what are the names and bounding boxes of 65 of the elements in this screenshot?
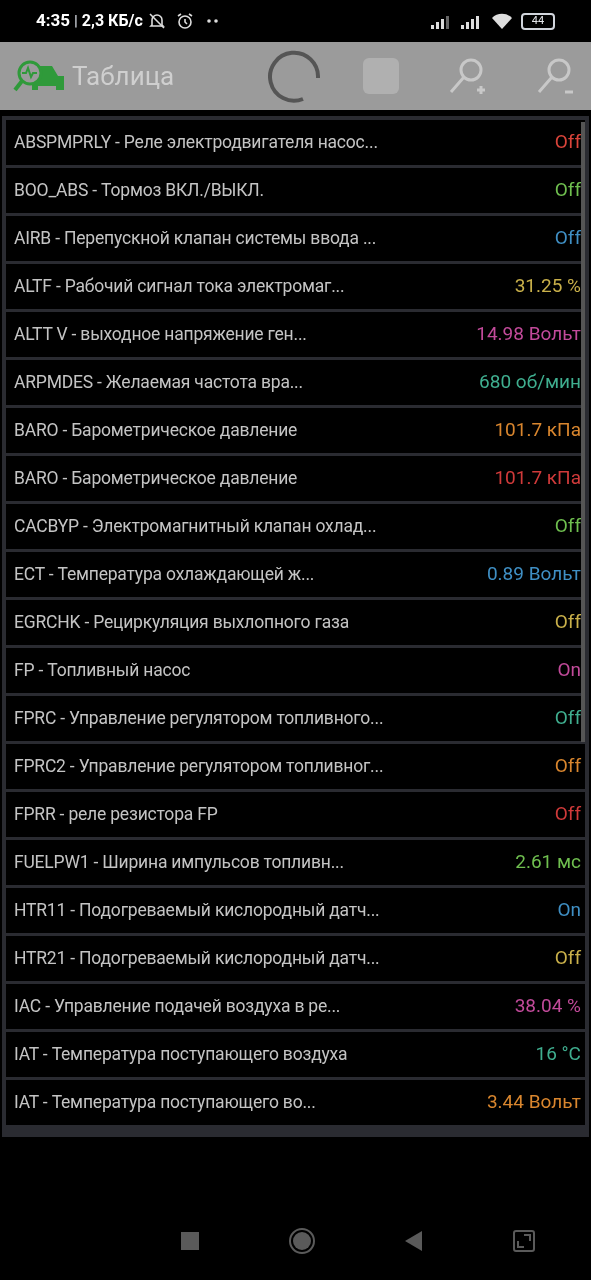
- parameter-name: HTR11 - Подогреваемый кислородный датч...: [14, 899, 380, 923]
- parameter-value: 0.89 Вольт: [486, 561, 581, 588]
- status-time: 4:35: [36, 9, 71, 33]
- parameter-value: On: [557, 657, 581, 684]
- parameter-row[interactable]: HTR11 - Подогреваемый кислородный датч... On: [6, 888, 585, 933]
- parameter-name: HTR21 - Подогреваемый кислородный датч...: [14, 947, 380, 971]
- parameter-value: 680 об/мин: [479, 369, 581, 396]
- parameter-name: BOO_ABS - Тормоз ВКЛ./ВЫКЛ.: [14, 179, 264, 203]
- network-speed: 2,3 КБ/с: [81, 10, 143, 32]
- parameter-value: 2.61 мс: [515, 849, 581, 876]
- parameter-name: FPRR - реле резистора FP: [14, 803, 218, 827]
- parameter-value: 38.04 %: [514, 993, 581, 1020]
- parameter-row[interactable]: IAT - Температура поступающего воздуха 16 °C: [6, 1032, 585, 1077]
- parameter-row[interactable]: IAC - Управление подачей воздуха в ре... 38.04 %: [6, 984, 585, 1029]
- parameter-value: Off: [554, 753, 581, 780]
- parameter-value: Off: [554, 801, 581, 828]
- parameter-value: Off: [554, 705, 581, 732]
- parameter-value: 14.98 Вольт: [476, 321, 581, 348]
- parameter-value: Off: [554, 609, 581, 636]
- home-button[interactable]: [289, 1228, 315, 1254]
- parameter-name: BARO - Барометрическое давление: [14, 467, 298, 491]
- parameter-value: Off: [554, 945, 581, 972]
- dots-icon: [206, 18, 219, 24]
- parameter-value: On: [557, 897, 581, 924]
- muted-bell-icon: [146, 11, 167, 31]
- parameter-row[interactable]: FUELPW1 - Ширина импульсов топливн... 2.61 мс: [6, 840, 585, 885]
- status-separator: |: [74, 10, 78, 32]
- parameter-value: 31.25 %: [514, 273, 581, 300]
- parameter-name: FPRC2 - Управление регулятором топливног...: [14, 755, 384, 779]
- parameter-row[interactable]: FPRR - реле резистора FP Off: [6, 792, 585, 837]
- parameter-name: ABSPMPRLY - Реле электродвигателя насос...: [14, 131, 378, 155]
- parameter-row[interactable]: IAT - Температура поступающего во... 3.44 Вольт: [6, 1080, 585, 1125]
- fullscreen-icon[interactable]: [513, 1230, 535, 1252]
- zoom-in-icon[interactable]: [447, 56, 487, 96]
- parameter-name: CACBYP - Электромагнитный клапан охлад...: [14, 515, 377, 539]
- parameter-row[interactable]: HTR21 - Подогреваемый кислородный датч... Off: [6, 936, 585, 981]
- parameter-name: ARPMDES - Желаемая частота вра...: [14, 371, 303, 395]
- parameter-value: 101.7 кПа: [494, 417, 581, 444]
- parameter-value: 3.44 Вольт: [486, 1089, 581, 1116]
- parameter-name: IAT - Температура поступающего во...: [14, 1091, 316, 1115]
- parameter-value: Off: [554, 177, 581, 204]
- parameter-name: FP - Топливный насос: [14, 659, 191, 683]
- parameter-name: FUELPW1 - Ширина импульсов топливн...: [14, 851, 344, 875]
- zoom-out-icon[interactable]: [535, 56, 575, 96]
- parameter-name: ECT - Температура охлаждающей ж...: [14, 563, 315, 587]
- parameter-name: ALTT V - выходное напряжение ген...: [14, 323, 307, 347]
- parameter-name: FPRC - Управление регулятором топливного...: [14, 707, 384, 731]
- parameter-value: Off: [554, 129, 581, 156]
- wifi-icon: [491, 12, 513, 30]
- parameter-name: IAT - Температура поступающего воздуха: [14, 1043, 348, 1067]
- battery-icon: 44: [521, 12, 555, 30]
- parameter-value: Off: [554, 225, 581, 252]
- loading-spinner: [267, 48, 323, 104]
- parameter-name: IAC - Управление подачей воздуха в ре...: [14, 995, 341, 1019]
- recents-button[interactable]: [181, 1232, 199, 1250]
- back-icon[interactable]: [405, 1231, 423, 1251]
- parameter-value: 16 °C: [535, 1041, 581, 1068]
- parameter-value: Off: [554, 513, 581, 540]
- parameter-name: BARO - Барометрическое давление: [14, 419, 298, 443]
- parameter-row[interactable]: ABSPMPRLY - Реле электродвигателя насос... Off: [6, 120, 585, 165]
- parameter-name: ALTF - Рабочий сигнал тока электромаг...: [14, 275, 345, 299]
- parameter-row[interactable]: FPRC2 - Управление регулятором топливног... Off: [6, 744, 585, 789]
- parameter-name: EGRCHK - Рециркуляция выхлопного газа: [14, 611, 349, 635]
- parameter-value: 101.7 кПа: [494, 465, 581, 492]
- parameter-name: AIRB - Перепускной клапан системы ввода ...: [14, 227, 377, 251]
